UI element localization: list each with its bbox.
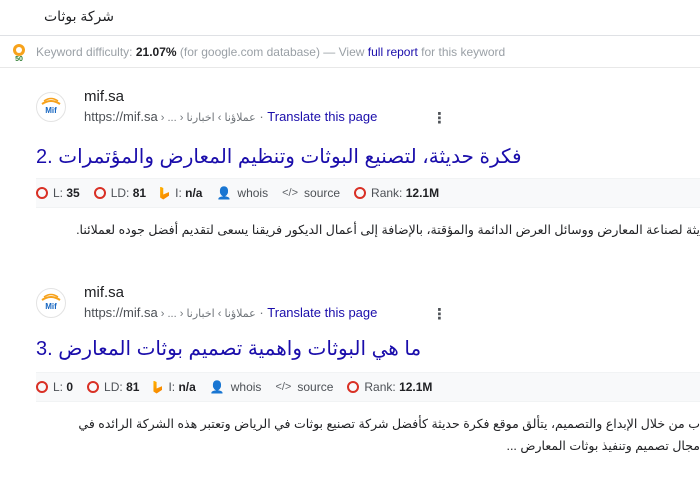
code-icon: </> — [275, 381, 292, 393]
translate-link[interactable]: Translate this page — [267, 109, 377, 124]
l-circle-icon — [36, 381, 48, 393]
metric-source[interactable]: </> source — [275, 380, 333, 394]
site-favicon-icon: Mif — [36, 92, 66, 122]
metric-whois[interactable]: 👤 whois — [216, 186, 268, 200]
result-snippet: يثة لصناعة المعارض ووسائل العرض الدائمة … — [76, 223, 700, 237]
bing-icon — [160, 186, 170, 200]
result-title-link[interactable]: 2. فكرة حديثة، لتصنيع البوثات وتنظيم الم… — [36, 144, 522, 169]
kd-value: 21.07% — [135, 44, 177, 59]
url-separator: · — [259, 109, 264, 124]
svg-text:50: 50 — [15, 56, 23, 62]
search-input[interactable]: شركة بوثات — [44, 8, 114, 25]
url-base: https://mif.sa — [84, 305, 158, 320]
keyword-difficulty-bar: 50 Keyword difficulty: 21.07% (for googl… — [0, 36, 700, 68]
search-box[interactable]: شركة بوثات — [0, 0, 700, 36]
url-breadcrumbs: › ... › عملاؤنا › اخبارنا — [157, 112, 256, 124]
metric-source[interactable]: </> source — [282, 186, 340, 200]
result-title-link[interactable]: 3. ما هي البوثات واهمية تصميم بوثات المع… — [36, 336, 421, 361]
result-number: 2. — [36, 146, 53, 168]
l-circle-icon — [36, 187, 48, 199]
metric-rank[interactable]: Rank: 12.1M — [347, 380, 432, 394]
more-options-icon[interactable]: ⋮ — [432, 305, 447, 323]
result-number: 3. — [36, 338, 53, 360]
rank-circle-icon — [354, 187, 367, 199]
ld-circle-icon — [93, 187, 106, 199]
kd-suffix: for this keyword — [421, 44, 506, 59]
metric-whois[interactable]: 👤 whois — [210, 380, 262, 394]
url-base: https://mif.sa — [84, 109, 158, 124]
bing-icon — [153, 380, 163, 394]
kd-prefix: Keyword difficulty: — [36, 44, 133, 59]
url-breadcrumbs: › ... › عملاؤنا › اخبارنا — [157, 308, 256, 320]
site-url[interactable]: https://mif.sa › ... › عملاؤنا › اخبارنا… — [84, 305, 377, 320]
metric-l[interactable]: L: 35 — [36, 186, 80, 200]
metric-rank[interactable]: Rank: 12.1M — [354, 186, 439, 200]
kd-database: (for google.com database) — View — [179, 44, 365, 59]
seo-metrics-bar: L: 35 LD: 81 I: n/a 👤 whois </> source Ran… — [36, 178, 700, 208]
code-icon: </> — [282, 187, 299, 199]
metric-ld[interactable]: LD: 81 — [93, 186, 146, 200]
rank-circle-icon — [347, 381, 360, 393]
metric-i[interactable]: I: n/a — [160, 186, 202, 200]
site-favicon-icon: Mif — [36, 288, 66, 318]
seo-metrics-bar: L: 0 LD: 81 I: n/a 👤 whois </> source Rank… — [36, 372, 700, 402]
metric-l[interactable]: L: 0 — [36, 380, 73, 394]
result-snippet: ب من خلال الإبداع والتصميم، يتألق موقع ف… — [78, 417, 700, 431]
site-url[interactable]: https://mif.sa › ... › عملاؤنا › اخبارنا… — [84, 109, 377, 124]
semrush-logo-icon: 50 — [8, 41, 30, 63]
search-result: Mif mif.sa https://mif.sa › ... › عملاؤن… — [36, 284, 700, 360]
site-name[interactable]: mif.sa — [84, 88, 124, 105]
result-snippet-line-2: مجال تصميم وتنفيذ بوثات المعارض ... — [506, 439, 700, 453]
more-options-icon[interactable]: ⋮ — [432, 109, 447, 127]
metric-i[interactable]: I: n/a — [153, 380, 196, 394]
result-site-row[interactable]: Mif mif.sa https://mif.sa › ... › عملاؤن… — [36, 284, 700, 328]
person-icon: 👤 — [209, 380, 225, 394]
result-site-row[interactable]: Mif mif.sa https://mif.sa › ... › عملاؤن… — [36, 88, 700, 132]
svg-text:Mif: Mif — [45, 106, 57, 115]
metric-ld[interactable]: LD: 81 — [87, 380, 139, 394]
url-separator: · — [259, 305, 264, 320]
result-title: ما هي البوثات واهمية تصميم بوثات المعارض — [58, 338, 422, 360]
search-result: Mif mif.sa https://mif.sa › ... › عملاؤن… — [36, 88, 700, 168]
translate-link[interactable]: Translate this page — [267, 305, 377, 320]
svg-text:Mif: Mif — [45, 302, 57, 311]
ld-circle-icon — [87, 381, 100, 393]
person-icon: 👤 — [216, 186, 232, 200]
full-report-link[interactable]: full report — [368, 45, 418, 59]
search-results-page: شركة بوثات 50 Keyword difficulty: 21.07%… — [0, 0, 700, 500]
result-title: فكرة حديثة، لتصنيع البوثات وتنظيم المعار… — [58, 146, 522, 168]
site-name[interactable]: mif.sa — [84, 284, 124, 301]
